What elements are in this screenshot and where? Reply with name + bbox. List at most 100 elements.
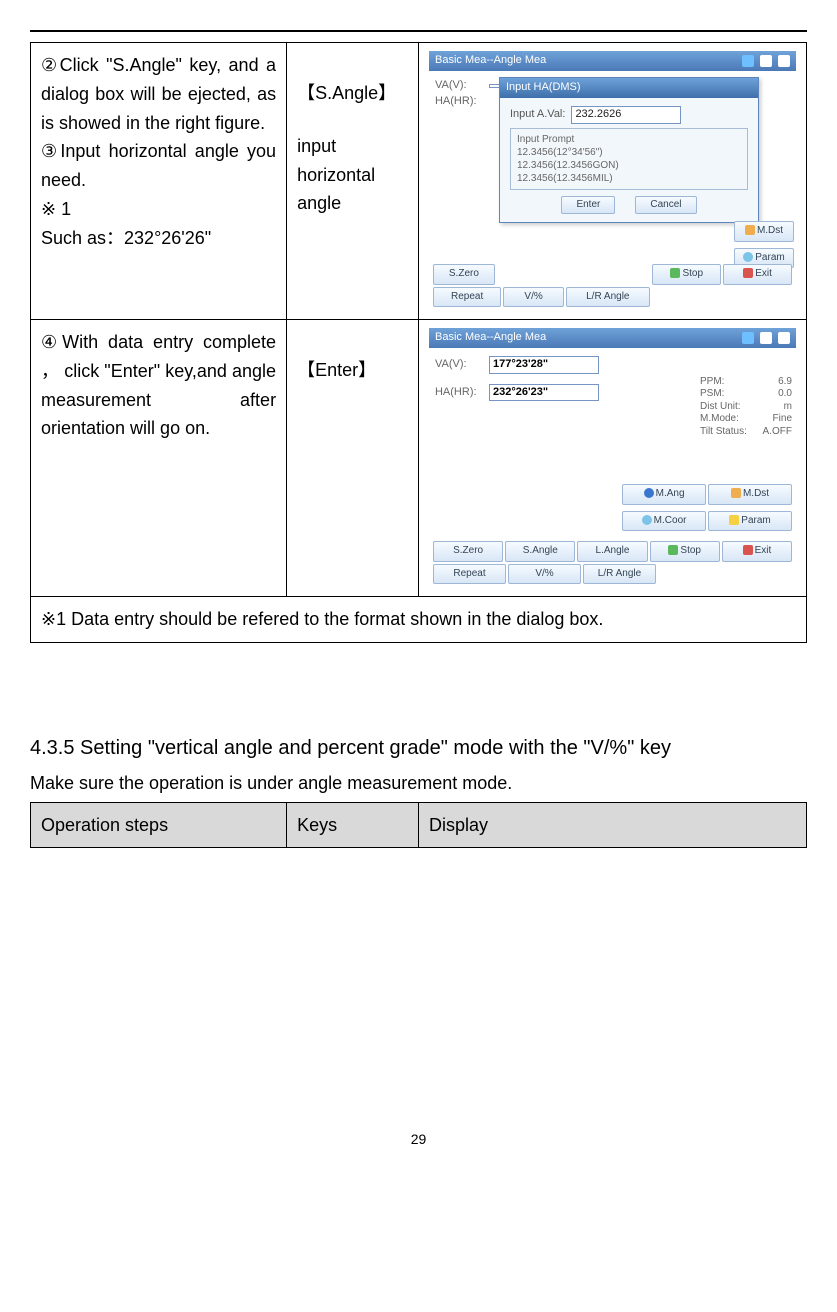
side-label: PPM: <box>700 376 724 389</box>
titlebar-icons <box>742 332 790 344</box>
btn-label: Stop <box>682 268 703 279</box>
note-mark: ※ 1 <box>41 195 276 224</box>
repeat-button[interactable]: Repeat <box>433 287 501 308</box>
btn-label: M.Ang <box>656 488 685 499</box>
table-row: ※1 Data entry should be refered to the f… <box>31 597 807 643</box>
side-label: PSM: <box>700 388 724 401</box>
exit-button[interactable]: Exit <box>723 264 792 285</box>
btn-label: Param <box>741 515 770 526</box>
va-label: VA(V): <box>435 358 483 372</box>
window-title: Basic Mea--Angle Mea <box>435 331 546 345</box>
status-icon <box>760 55 772 67</box>
mdst-button[interactable]: M.Dst <box>734 221 794 242</box>
stop-button[interactable]: Stop <box>652 264 721 285</box>
table-row: ④With data entry complete ， click "Enter… <box>31 320 807 597</box>
va-value: 177°23'28" <box>489 356 599 374</box>
sangle-button[interactable]: S.Angle <box>505 541 575 562</box>
side-value: Fine <box>773 413 792 426</box>
th-keys: Keys <box>287 802 419 848</box>
ha-label: HA(HR): <box>435 386 483 400</box>
keys-cell: 【S.Angle】 input horizontal angle <box>287 43 419 320</box>
input-prompt-box: Input Prompt 12.3456(12°34'56") 12.3456(… <box>510 128 748 190</box>
footnote-cell: ※1 Data entry should be refered to the f… <box>31 597 807 643</box>
ha-label: HA(HR): <box>435 95 483 109</box>
keys-text: 【S.Angle】 <box>297 79 408 108</box>
section-header-table: Operation steps Keys Display <box>30 802 807 849</box>
keys-text: 【Enter】 <box>297 356 408 385</box>
top-rule <box>30 30 807 32</box>
btn-label: Exit <box>755 268 772 279</box>
side-label: M.Mode: <box>700 413 739 426</box>
screenshot-1: Basic Mea--Angle Mea VA(V): <box>429 51 796 311</box>
bluetooth-icon <box>742 55 754 67</box>
btn-label: M.Coor <box>654 515 687 526</box>
side-value: A.OFF <box>763 426 792 439</box>
stop-icon <box>668 545 678 555</box>
window-titlebar: Basic Mea--Angle Mea <box>429 328 796 348</box>
dialog-input[interactable]: 232.2626 <box>571 106 681 124</box>
dialog-enter-button[interactable]: Enter <box>561 196 615 215</box>
instruction-table: ②Click "S.Angle" key, and a dialog box w… <box>30 42 807 643</box>
side-value: m <box>784 401 792 414</box>
mang-icon <box>644 488 654 498</box>
th-op: Operation steps <box>31 802 287 848</box>
th-display: Display <box>418 802 806 848</box>
mdst-icon <box>745 225 755 235</box>
step-text: ④With data entry complete ， click "Enter… <box>41 328 276 443</box>
param-button[interactable]: Param <box>708 511 792 532</box>
szero-button[interactable]: S.Zero <box>433 541 503 562</box>
example-text: Such as：232°26'26" <box>41 224 276 253</box>
param-icon <box>729 515 739 525</box>
window-title: Basic Mea--Angle Mea <box>435 54 546 68</box>
input-ha-dialog: Input HA(DMS) Input A.Val: 232.2626 Inpu… <box>499 77 759 223</box>
langle-button[interactable]: L.Angle <box>577 541 647 562</box>
keys-text: input horizontal angle <box>297 132 408 218</box>
stop-button[interactable]: Stop <box>650 541 720 562</box>
exit-icon <box>743 545 753 555</box>
status-icon <box>778 332 790 344</box>
status-icon <box>760 332 772 344</box>
prompt-line: 12.3456(12.3456GON) <box>517 159 741 172</box>
status-icon <box>778 55 790 67</box>
repeat-button[interactable]: Repeat <box>433 564 506 585</box>
step-text: ②Click "S.Angle" key, and a dialog box w… <box>41 51 276 137</box>
status-pane: PPM:6.9 PSM:0.0 Dist Unit:m M.Mode:Fine … <box>700 376 792 439</box>
exit-icon <box>743 268 753 278</box>
vpct-button[interactable]: V/% <box>503 287 564 308</box>
lrangle-button[interactable]: L/R Angle <box>583 564 656 585</box>
btn-label: M.Dst <box>757 225 783 236</box>
op-cell: ④With data entry complete ， click "Enter… <box>31 320 287 597</box>
btn-label: Stop <box>680 545 701 556</box>
exit-button[interactable]: Exit <box>722 541 792 562</box>
side-label: Tilt Status: <box>700 426 747 439</box>
section-heading: 4.3.5 Setting "vertical angle and percen… <box>30 733 807 763</box>
prompt-line: 12.3456(12°34'56") <box>517 146 741 159</box>
screenshot-2: Basic Mea--Angle Mea VA(V): 177°23'28" <box>429 328 796 588</box>
dialog-cancel-button[interactable]: Cancel <box>635 196 696 215</box>
mdst-button[interactable]: M.Dst <box>708 484 792 505</box>
btn-label: M.Dst <box>743 488 769 499</box>
bluetooth-icon <box>742 332 754 344</box>
display-cell: Basic Mea--Angle Mea VA(V): 177°23'28" <box>418 320 806 597</box>
va-label: VA(V): <box>435 79 483 93</box>
mang-button[interactable]: M.Ang <box>622 484 706 505</box>
prompt-title: Input Prompt <box>517 133 741 146</box>
dialog-title: Input HA(DMS) <box>500 78 758 98</box>
window-titlebar: Basic Mea--Angle Mea <box>429 51 796 71</box>
section-note: Make sure the operation is under angle m… <box>30 769 807 798</box>
prompt-line: 12.3456(12.3456MIL) <box>517 172 741 185</box>
keys-cell: 【Enter】 <box>287 320 419 597</box>
lrangle-button[interactable]: L/R Angle <box>566 287 650 308</box>
btn-label: Exit <box>755 545 772 556</box>
szero-button[interactable]: S.Zero <box>433 264 495 285</box>
side-value: 0.0 <box>778 388 792 401</box>
op-cell: ②Click "S.Angle" key, and a dialog box w… <box>31 43 287 320</box>
page-number: 29 <box>30 1128 807 1150</box>
titlebar-icons <box>742 55 790 67</box>
dialog-input-label: Input A.Val: <box>510 108 565 122</box>
mcoor-button[interactable]: M.Coor <box>622 511 706 532</box>
mdst-icon <box>731 488 741 498</box>
mcoor-icon <box>642 515 652 525</box>
display-cell: Basic Mea--Angle Mea VA(V): <box>418 43 806 320</box>
vpct-button[interactable]: V/% <box>508 564 581 585</box>
